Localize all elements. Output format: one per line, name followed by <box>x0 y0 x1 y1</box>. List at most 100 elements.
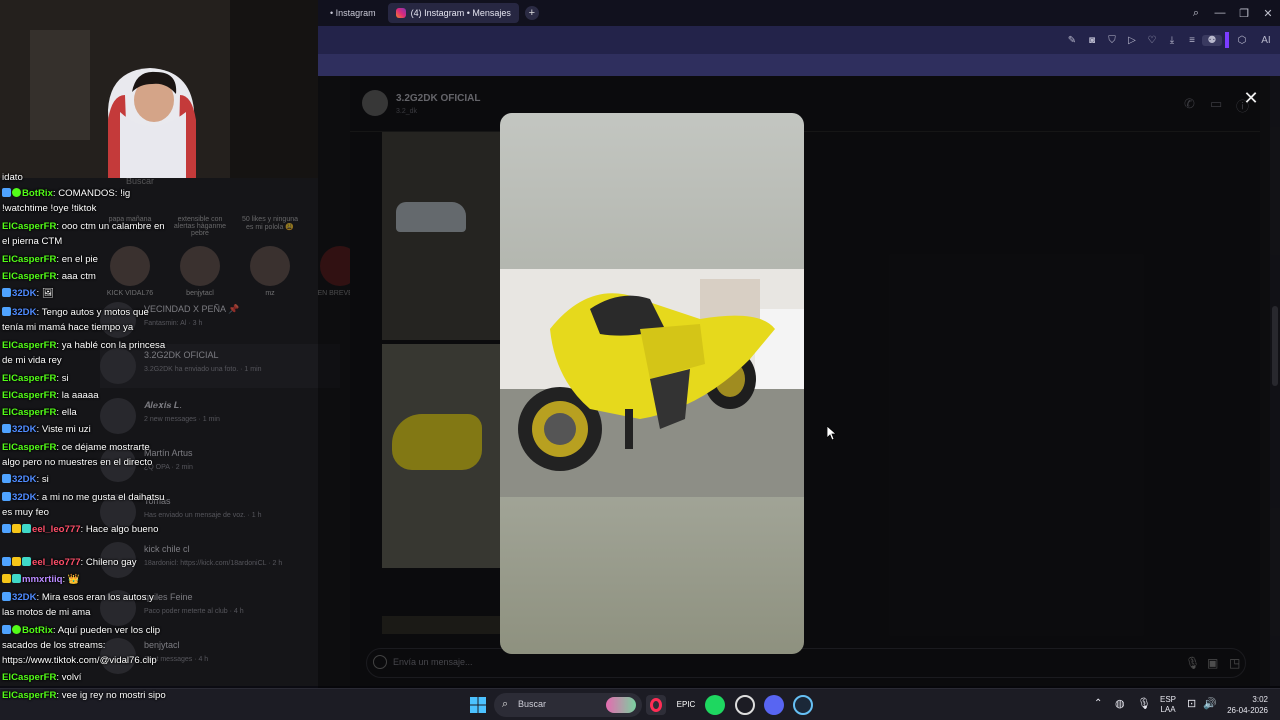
chat-username[interactable]: eel_leo777 <box>32 524 81 535</box>
minimize-button[interactable]: — <box>1208 7 1232 19</box>
chat-username[interactable]: ElCasperFR <box>2 254 56 265</box>
verified-badge-icon <box>2 307 11 316</box>
instagram-icon <box>395 8 406 18</box>
tab-instagram-messages[interactable]: (4) Instagram • Mensajes <box>387 3 519 23</box>
shield-icon[interactable]: ⛉ <box>1102 35 1122 46</box>
sub-badge-icon <box>12 574 21 583</box>
edit-icon[interactable]: ✎ <box>1062 35 1082 46</box>
language-indicator[interactable]: ESP LAA <box>1160 695 1176 720</box>
verified-badge-icon <box>2 424 11 433</box>
verified-badge-icon <box>2 288 11 297</box>
chat-message: 32DK: Mira esos eran los autos y las mot… <box>2 590 167 620</box>
verified-badge-icon <box>2 188 11 197</box>
chat-text: : si <box>56 373 69 384</box>
taskbar-search[interactable]: ⌕ Buscar <box>494 693 642 717</box>
chat-username[interactable]: ElCasperFR <box>2 442 56 453</box>
chat-username[interactable]: 32DK <box>12 492 37 503</box>
chat-message: eel_leo777: Hace algo bueno <box>2 522 167 537</box>
chat-message: BotRix: COMANDOS: !ig !watchtime !oye !t… <box>2 186 167 216</box>
microphone-tray-icon[interactable]: 🎙 <box>1137 697 1151 720</box>
chat-username[interactable]: 32DK <box>12 474 37 485</box>
antivirus-tray-icon[interactable]: ◍ <box>1115 697 1125 720</box>
chat-username[interactable]: BotRix <box>22 188 53 199</box>
volume-icon[interactable]: 🔊 <box>1203 697 1217 720</box>
chat-username[interactable]: ElCasperFR <box>2 390 56 401</box>
bot-badge-icon <box>12 188 21 197</box>
play-icon[interactable]: ▷ <box>1122 35 1142 46</box>
chat-message: ElCasperFR: volví <box>2 670 167 685</box>
screen: • Instagram (4) Instagram • Mensajes + ⌕… <box>0 0 1280 720</box>
ai-label: AI <box>1261 34 1271 46</box>
chat-username[interactable]: ElCasperFR <box>2 690 56 701</box>
language-code: ESP <box>1160 695 1177 704</box>
profile-icon[interactable]: ⚉ <box>1202 34 1222 46</box>
webcam-overlay <box>0 0 318 178</box>
chat-text: idato <box>2 172 23 183</box>
chat-username[interactable]: ElCasperFR <box>2 271 56 282</box>
discord-icon[interactable] <box>764 695 784 715</box>
camera-icon[interactable]: ◙ <box>1082 35 1102 46</box>
chat-text: : 🖼 <box>36 288 55 299</box>
sub-badge-icon <box>22 524 31 533</box>
heart-icon[interactable]: ♡ <box>1142 35 1162 46</box>
ai-button[interactable]: AI <box>1252 35 1280 46</box>
steam-icon[interactable] <box>793 695 813 715</box>
bot-badge-icon <box>12 625 21 634</box>
chat-message: ElCasperFR: si <box>2 371 167 386</box>
search-icon[interactable]: ⌕ <box>1184 7 1208 20</box>
accent-separator <box>1225 32 1229 48</box>
clock-app-icon[interactable] <box>735 695 755 715</box>
chat-text: : ella <box>56 407 77 418</box>
chat-username[interactable]: 32DK <box>12 424 37 435</box>
chat-username[interactable]: mmxrtiiq <box>22 574 63 585</box>
close-window-button[interactable]: ✕ <box>1256 7 1280 20</box>
tab-label: • Instagram <box>330 8 376 18</box>
chat-message: ElCasperFR: ya hablé con la princesa de … <box>2 338 167 368</box>
tab-instagram[interactable]: • Instagram <box>322 3 384 23</box>
motorcycle-illustration <box>500 269 804 497</box>
extension-icon[interactable]: ⬡ <box>1232 35 1252 46</box>
chat-username[interactable]: 32DK <box>12 288 37 299</box>
chat-message: BotRix: Aquí pueden ver los clip sacados… <box>2 623 167 668</box>
opera-gx-icon[interactable] <box>646 695 666 715</box>
crown-badge-icon <box>2 574 11 583</box>
crown-badge-icon <box>12 557 21 566</box>
chat-username[interactable]: ElCasperFR <box>2 407 56 418</box>
chat-text: : en el pie <box>56 254 98 265</box>
close-icon[interactable]: ✕ <box>1241 88 1261 108</box>
motorcycle-image[interactable] <box>500 269 804 497</box>
verified-badge-icon <box>2 625 11 634</box>
chat-username[interactable]: ElCasperFR <box>2 340 56 351</box>
tab-label: (4) Instagram • Mensajes <box>410 8 511 18</box>
chat-text: : vee ig rey no mostri sipo <box>56 690 166 701</box>
search-label: Buscar <box>518 699 547 709</box>
chat-message: eel_leo777: Chileno gay <box>2 555 167 570</box>
mouse-cursor-icon <box>827 426 837 440</box>
sub-badge-icon <box>22 557 31 566</box>
chat-message: ElCasperFR: ella <box>2 405 167 420</box>
spotify-icon[interactable] <box>705 695 725 715</box>
menu-icon[interactable]: ≡ <box>1182 35 1202 46</box>
chat-message: 32DK: si <box>2 472 167 487</box>
chat-username[interactable]: ElCasperFR <box>2 221 56 232</box>
start-icon[interactable] <box>468 695 488 715</box>
chat-username[interactable]: eel_leo777 <box>32 557 81 568</box>
new-tab-button[interactable]: + <box>524 6 539 20</box>
network-icon[interactable]: ⊡ <box>1187 697 1196 720</box>
restore-button[interactable]: ❐ <box>1232 7 1256 20</box>
chat-username[interactable]: 32DK <box>12 592 37 603</box>
windows-taskbar: ⌕ Buscar EPIC ⌃ ◍ 🎙 ESP LAA ⊡ 🔊 3:02 26-… <box>0 688 1280 720</box>
verified-badge-icon <box>2 592 11 601</box>
chat-message: idato <box>2 170 167 185</box>
chat-username[interactable]: ElCasperFR <box>2 373 56 384</box>
clock-date: 26-04-2026 <box>1227 706 1268 715</box>
chat-username[interactable]: 32DK <box>12 307 37 318</box>
show-hidden-icons[interactable]: ⌃ <box>1094 698 1102 720</box>
chat-username[interactable]: BotRix <box>22 625 53 636</box>
clock[interactable]: 3:02 26-04-2026 <box>1224 694 1268 720</box>
chat-username[interactable]: ElCasperFR <box>2 672 56 683</box>
chat-message: ElCasperFR: vee ig rey no mostri sipo <box>2 688 167 703</box>
epic-games-icon[interactable]: EPIC <box>676 695 696 715</box>
search-icon: ⌕ <box>502 698 509 710</box>
download-icon[interactable]: ⤓ <box>1162 35 1182 46</box>
